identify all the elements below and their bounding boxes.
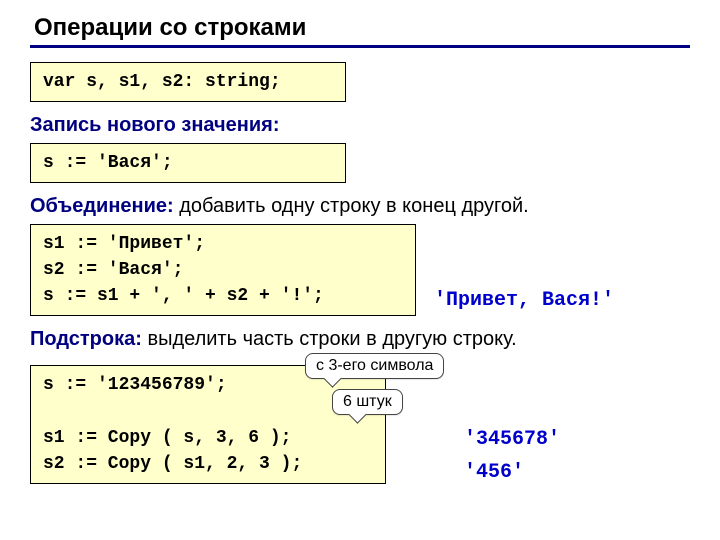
section-substr-label: Подстрока: xyxy=(30,328,142,350)
title-underline xyxy=(30,45,690,48)
code-concat-l1: s1 := 'Привет'; xyxy=(43,231,403,257)
code-concat-l3: s := s1 + ', ' + s2 + '!'; xyxy=(43,283,403,309)
result-concat: 'Привет, Вася!' xyxy=(434,289,614,312)
section-concat: Объединение: добавить одну строку в коне… xyxy=(30,195,690,218)
code-concat: s1 := 'Привет'; s2 := 'Вася'; s := s1 + … xyxy=(30,224,416,316)
code-copy-l2: s1 := Copy ( s, 3, 6 ); xyxy=(43,425,373,451)
code-assign: s := 'Вася'; xyxy=(30,143,346,183)
callout-count: 6 штук xyxy=(332,389,403,415)
callout-from-char: с 3-его символа xyxy=(305,353,444,379)
result-copy-2: '456' xyxy=(464,461,560,484)
code-var-decl: var s, s1, s2: string; xyxy=(30,62,346,102)
slide-title: Операции со строками xyxy=(34,14,690,42)
code-copy-l3: s2 := Copy ( s1, 2, 3 ); xyxy=(43,451,373,477)
section-assign: Запись нового значения: xyxy=(30,114,690,137)
result-copy-1: '345678' xyxy=(464,428,560,451)
section-substr: Подстрока: выделить часть строки в другу… xyxy=(30,328,690,351)
section-concat-label: Объединение: xyxy=(30,195,174,217)
section-concat-desc: добавить одну строку в конец другой. xyxy=(174,195,529,217)
section-substr-desc: выделить часть строки в другую строку. xyxy=(142,328,517,350)
code-concat-l2: s2 := 'Вася'; xyxy=(43,257,403,283)
callout-count-text: 6 штук xyxy=(343,393,392,410)
section-assign-label: Запись нового значения: xyxy=(30,114,279,136)
